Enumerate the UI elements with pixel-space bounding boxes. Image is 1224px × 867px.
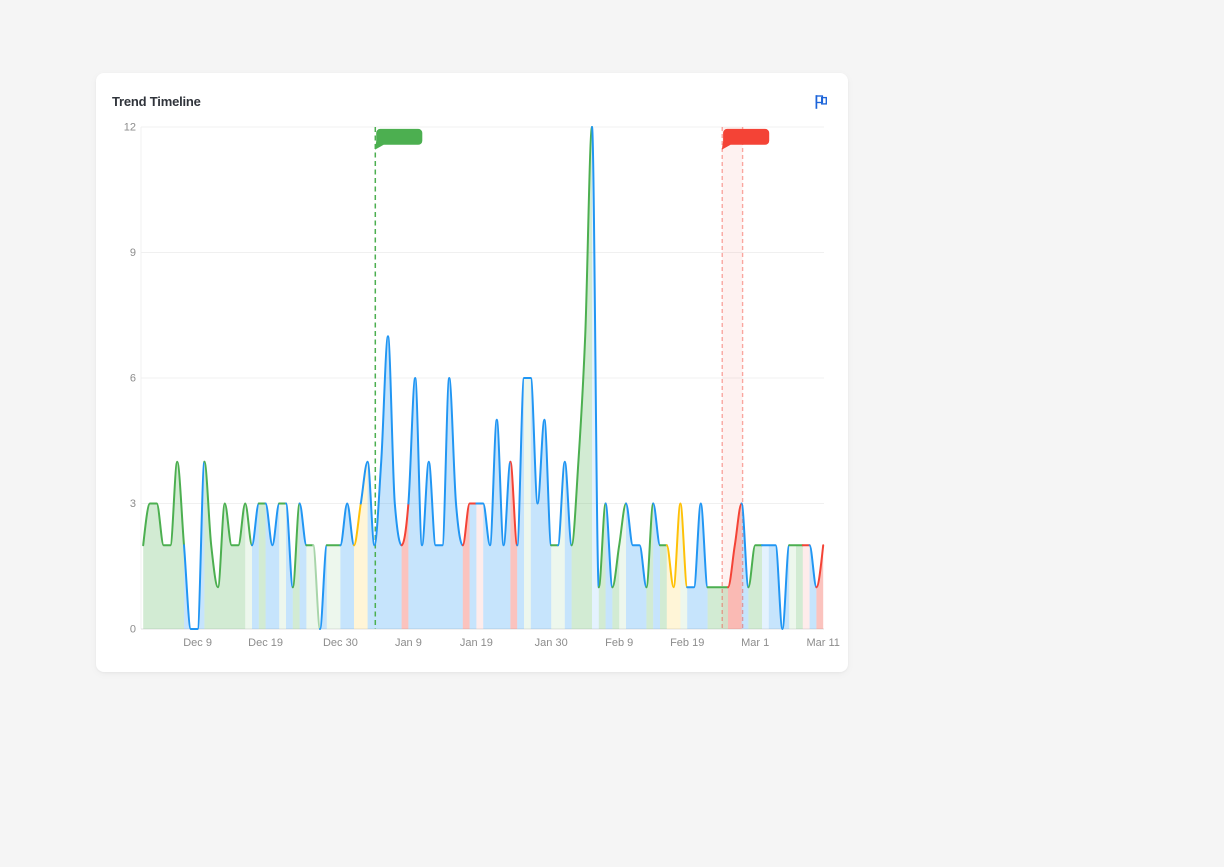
svg-text:Feb 9: Feb 9: [605, 637, 633, 649]
svg-text:Dec 9: Dec 9: [183, 637, 212, 649]
svg-text:Mar 11: Mar 11: [806, 637, 839, 649]
svg-text:6: 6: [130, 373, 136, 385]
svg-text:Jan 30: Jan 30: [535, 637, 568, 649]
svg-text:0: 0: [130, 624, 136, 636]
svg-text:9: 9: [130, 247, 136, 259]
svg-text:Mar 1: Mar 1: [741, 637, 769, 649]
svg-text:Jan 19: Jan 19: [460, 637, 493, 649]
svg-text:Dec 30: Dec 30: [323, 637, 358, 649]
svg-text:Jan 9: Jan 9: [395, 637, 422, 649]
svg-text:Feb 19: Feb 19: [670, 637, 704, 649]
svg-text:12: 12: [124, 122, 136, 134]
svg-text:3: 3: [130, 498, 136, 510]
svg-text:Dec 19: Dec 19: [248, 637, 283, 649]
